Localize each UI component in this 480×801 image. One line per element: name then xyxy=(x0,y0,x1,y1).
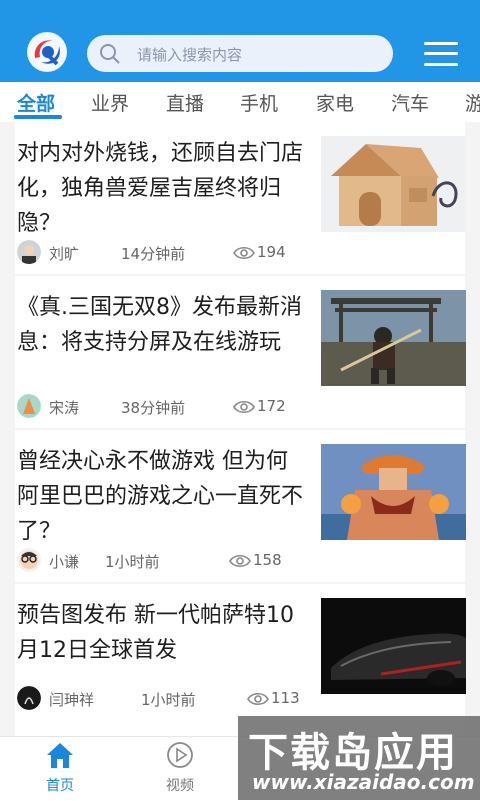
menu-icon[interactable] xyxy=(424,40,458,68)
article-item[interactable]: 曾经决心永不做游戏 但为何阿里巴巴的游戏之心一直死不了？ 小谦 1小时前 158 xyxy=(15,430,466,582)
active-tab-indicator xyxy=(14,115,62,119)
article-item[interactable]: 《真.三国无双8》发布最新消息：将支持分屏及在线游玩 宋涛 38分钟前 172 xyxy=(15,276,466,428)
category-tabs: 全部 业界 直播 手机 家电 汽车 游 xyxy=(0,82,480,123)
nav-home-button[interactable]: 首页 xyxy=(30,741,90,795)
tab-all[interactable]: 全部 xyxy=(17,89,55,116)
view-count: 172 xyxy=(233,397,286,415)
article-meta: 刘旷 14分钟前 194 xyxy=(17,240,317,266)
author-name[interactable]: 闫珅祥 xyxy=(49,689,94,710)
tab-live[interactable]: 直播 xyxy=(166,89,204,116)
article-title[interactable]: 曾经决心永不做游戏 但为何阿里巴巴的游戏之心一直死不了？ xyxy=(17,444,307,549)
dark-car-image[interactable] xyxy=(321,598,466,694)
publish-time: 1小时前 xyxy=(105,553,160,571)
article-item[interactable]: 预告图发布 新一代帕萨特10月12日全球首发 闫珅祥 1小时前 113 xyxy=(15,584,466,736)
avatar[interactable] xyxy=(17,686,41,710)
article-title[interactable]: 对内对外烧钱，还顾自去门店化，独角兽爱屋吉屋终将归隐？ xyxy=(17,136,307,241)
play-circle-icon xyxy=(167,742,193,768)
home-icon xyxy=(47,743,73,768)
article-meta: 宋涛 38分钟前 172 xyxy=(17,394,317,420)
article-title[interactable]: 预告图发布 新一代帕萨特10月12日全球首发 xyxy=(17,598,307,668)
top-header: 请输入搜索内容 xyxy=(0,0,480,82)
anime-character-image[interactable] xyxy=(321,444,466,540)
article-meta: 小谦 1小时前 158 xyxy=(17,548,317,574)
article-title[interactable]: 《真.三国无双8》发布最新消息：将支持分屏及在线游玩 xyxy=(17,290,307,360)
site-watermark: 下载岛应用 www.xiazaidao.com xyxy=(238,716,480,800)
eye-icon xyxy=(247,692,269,705)
nav-home-label: 首页 xyxy=(46,778,74,794)
wooden-house-image[interactable] xyxy=(321,136,466,232)
article-list: 对内对外烧钱，还顾自去门店化，独角兽爱屋吉屋终将归隐？ 刘旷 14分钟前 194 xyxy=(0,122,480,736)
game-warrior-image[interactable] xyxy=(321,290,466,386)
article-meta: 闫珅祥 1小时前 113 xyxy=(17,686,317,712)
nav-video-button[interactable]: 视频 xyxy=(150,741,210,795)
author-name[interactable]: 宋涛 xyxy=(49,397,79,418)
view-count: 194 xyxy=(233,243,286,261)
tab-car[interactable]: 汽车 xyxy=(391,89,429,116)
view-count: 113 xyxy=(247,689,300,707)
tab-phone[interactable]: 手机 xyxy=(240,89,278,116)
avatar[interactable] xyxy=(17,240,41,264)
avatar[interactable] xyxy=(17,548,41,572)
publish-time: 1小时前 xyxy=(141,691,196,709)
avatar[interactable] xyxy=(17,394,41,418)
eye-icon xyxy=(233,400,255,413)
eye-icon xyxy=(233,246,255,259)
author-name[interactable]: 刘旷 xyxy=(49,243,79,264)
search-icon xyxy=(100,44,120,64)
tab-game[interactable]: 游 xyxy=(465,89,480,116)
publish-time: 38分钟前 xyxy=(121,399,186,417)
eye-icon xyxy=(229,554,251,567)
tab-industry[interactable]: 业界 xyxy=(91,89,129,116)
publish-time: 14分钟前 xyxy=(121,245,186,263)
watermark-url: www.xiazaidao.com xyxy=(252,770,475,794)
search-bar[interactable]: 请输入搜索内容 xyxy=(87,35,393,72)
author-name[interactable]: 小谦 xyxy=(49,551,79,572)
view-count: 158 xyxy=(229,551,282,569)
article-item[interactable]: 对内对外烧钱，还顾自去门店化，独角兽爱屋吉屋终将归隐？ 刘旷 14分钟前 194 xyxy=(15,122,466,274)
app-logo-icon[interactable] xyxy=(27,32,67,72)
tab-appliance[interactable]: 家电 xyxy=(316,89,354,116)
search-placeholder: 请输入搜索内容 xyxy=(137,46,243,64)
nav-video-label: 视频 xyxy=(166,778,194,794)
